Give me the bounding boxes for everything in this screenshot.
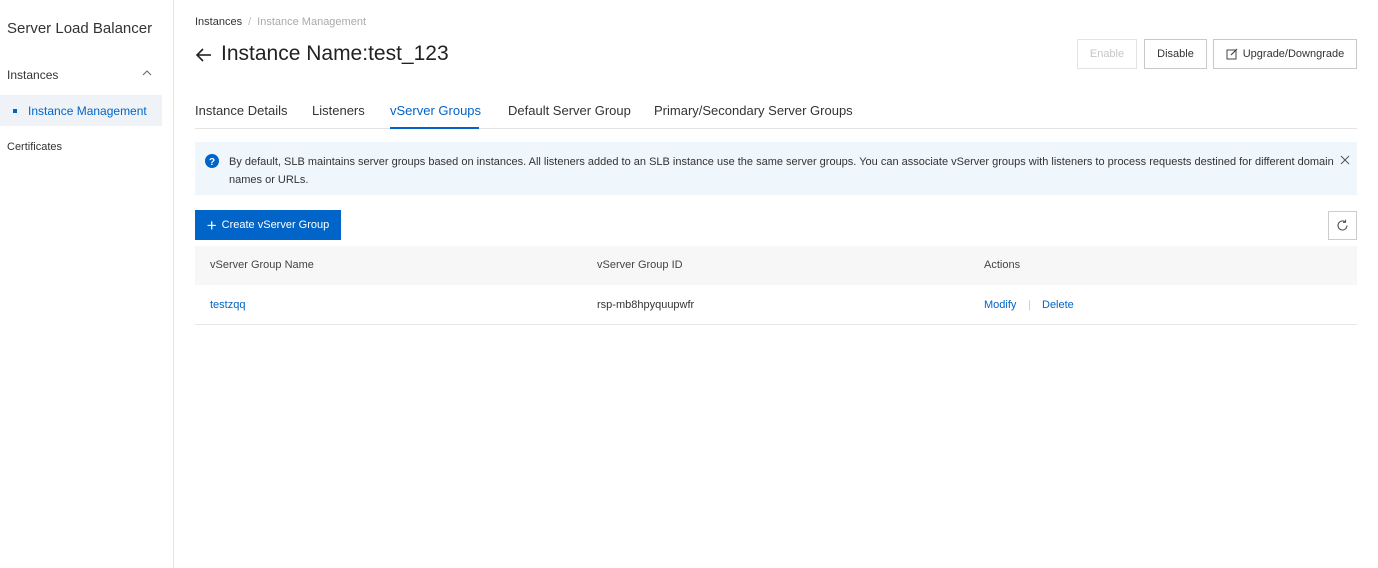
sidebar-item-label: Instance Management (28, 104, 147, 118)
upgrade-downgrade-button[interactable]: Upgrade/Downgrade (1213, 39, 1357, 69)
sidebar-group-instances[interactable]: Instances (0, 62, 173, 88)
sidebar-item-instance-management[interactable]: Instance Management (0, 95, 162, 126)
breadcrumb: Instances / Instance Management (195, 16, 366, 28)
info-notice: ? By default, SLB maintains server group… (195, 142, 1357, 195)
page-title: Instance Name:test_123 (221, 42, 449, 65)
chevron-up-icon (142, 70, 152, 76)
tab-primary-secondary-server-groups[interactable]: Primary/Secondary Server Groups (654, 103, 853, 118)
arrow-left-icon[interactable] (195, 46, 213, 64)
table-header: vServer Group Name vServer Group ID Acti… (195, 246, 1357, 285)
refresh-icon (1337, 219, 1348, 231)
column-header: vServer Group Name (210, 259, 314, 271)
action-separator: | (1028, 299, 1031, 311)
column-header: Actions (984, 259, 1021, 271)
sidebar: Server Load Balancer Instances Instance … (0, 0, 174, 568)
vserver-group-name-link[interactable]: testzqq (210, 299, 245, 311)
plus-icon: + (206, 215, 217, 235)
enable-button[interactable]: Enable (1077, 39, 1137, 69)
tab-instance-details[interactable]: Instance Details (195, 103, 288, 118)
active-tab-indicator (390, 127, 479, 129)
sidebar-item-label: Certificates (7, 141, 63, 153)
sidebar-item-certificates[interactable]: Certificates (0, 137, 173, 159)
active-dot-icon (13, 109, 17, 113)
close-icon[interactable] (1339, 154, 1351, 166)
delete-link[interactable]: Delete (1042, 299, 1074, 311)
tab-vserver-groups[interactable]: vServer Groups (390, 103, 481, 118)
table-row: testzqq rsp-mb8hpyquupwfr Modify | Delet… (195, 285, 1357, 325)
vserver-groups-table: vServer Group Name vServer Group ID Acti… (195, 246, 1357, 325)
tab-default-server-group[interactable]: Default Server Group (508, 103, 631, 118)
breadcrumb-instances[interactable]: Instances (195, 16, 242, 28)
create-vserver-group-label: Create vServer Group (221, 219, 330, 231)
sidebar-title: Server Load Balancer (7, 20, 153, 37)
edit-icon (1226, 48, 1238, 60)
tab-bar: Instance Details Listeners vServer Group… (195, 96, 1357, 129)
disable-button[interactable]: Disable (1144, 39, 1207, 69)
modify-link[interactable]: Modify (984, 299, 1016, 311)
notice-text: By default, SLB maintains server groups … (229, 156, 1334, 186)
tab-listeners[interactable]: Listeners (312, 103, 365, 118)
column-header: vServer Group ID (597, 259, 683, 271)
create-vserver-group-button[interactable]: + Create vServer Group (195, 210, 341, 240)
question-circle-icon: ? (205, 154, 219, 168)
refresh-button[interactable] (1328, 211, 1357, 240)
vserver-group-id: rsp-mb8hpyquupwfr (597, 299, 695, 311)
breadcrumb-current: Instance Management (257, 16, 367, 28)
upgrade-downgrade-label: Upgrade/Downgrade (1242, 48, 1345, 60)
breadcrumb-separator: / (248, 16, 252, 28)
sidebar-group-label: Instances (7, 68, 59, 82)
svg-text:?: ? (209, 157, 215, 168)
